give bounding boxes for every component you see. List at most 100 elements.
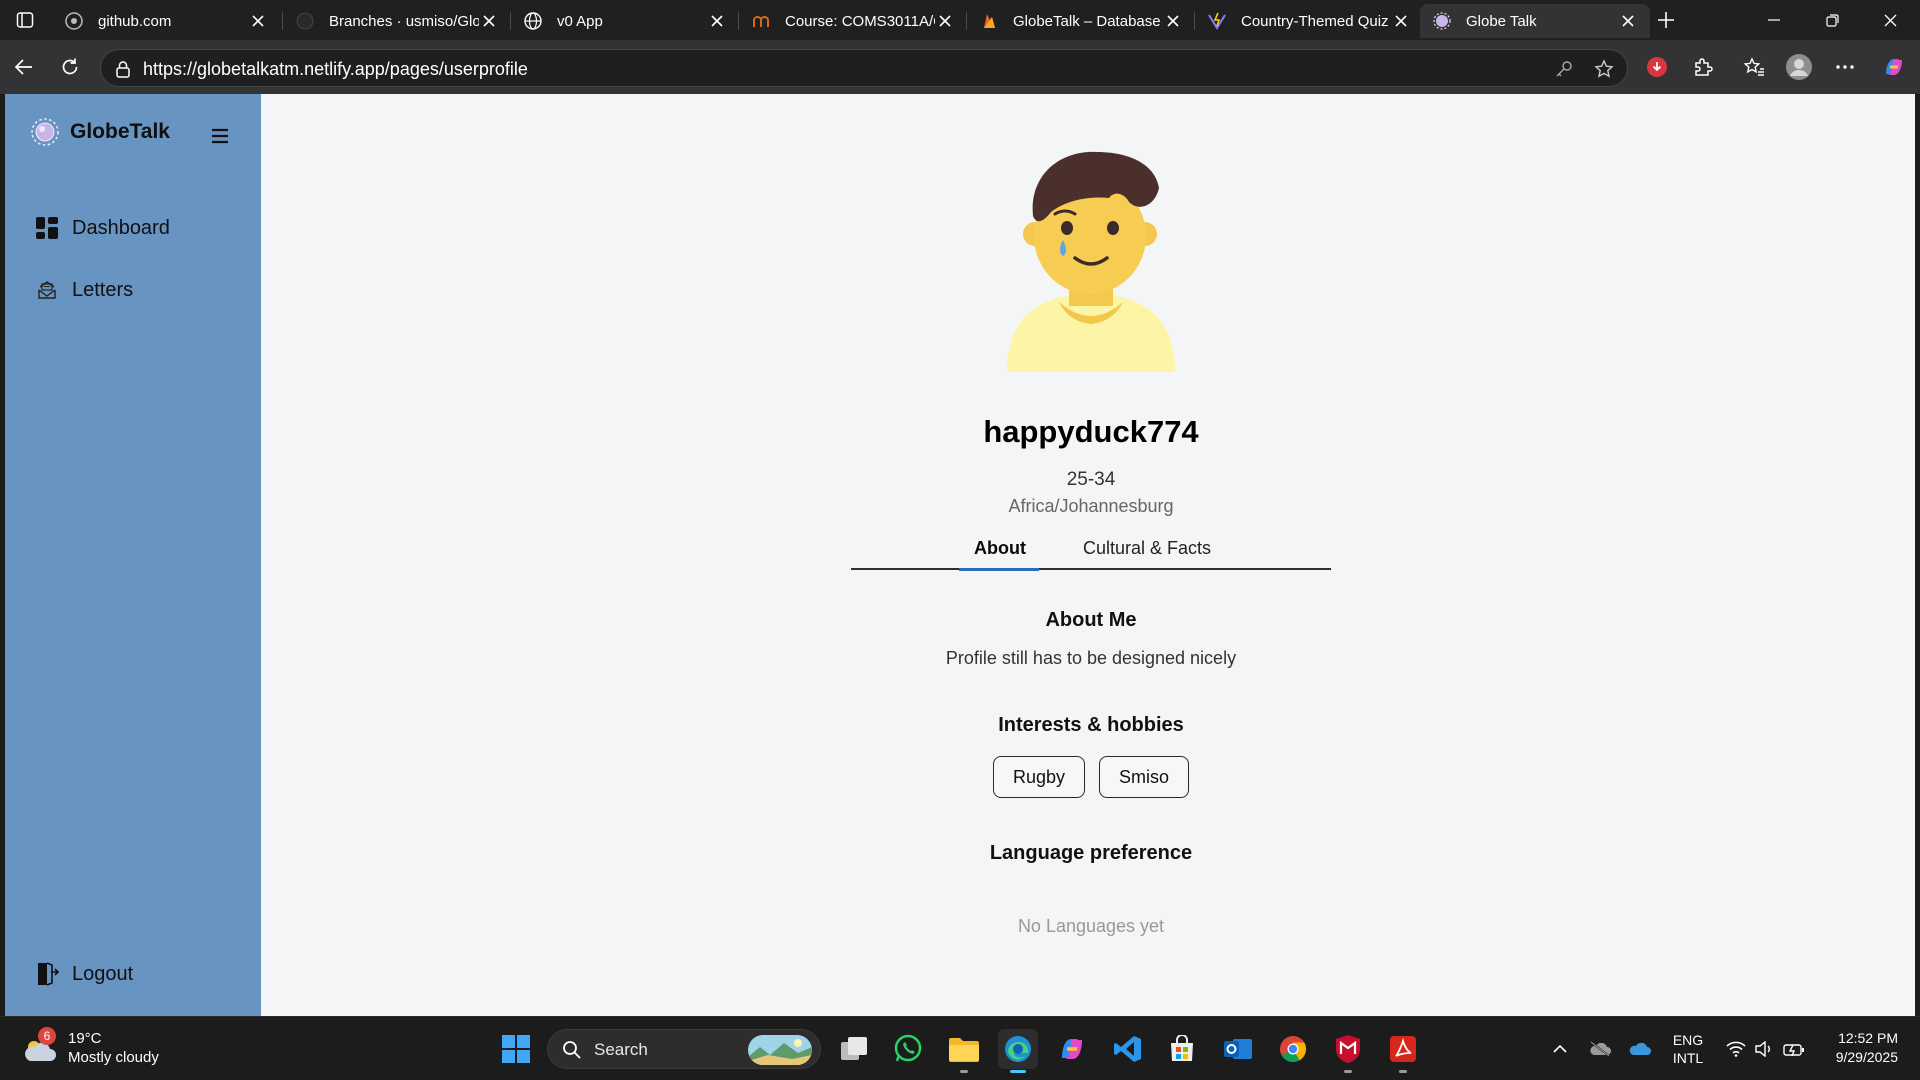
browser-tab[interactable]: github.com <box>52 4 280 38</box>
letters-icon <box>33 276 61 304</box>
copilot-icon <box>1062 1039 1082 1059</box>
wifi-tray[interactable] <box>1722 1037 1750 1061</box>
back-button[interactable] <box>8 51 40 83</box>
refresh-button[interactable] <box>54 51 86 83</box>
tab-close-icon[interactable] <box>1163 11 1183 31</box>
show-hidden-icons-button[interactable] <box>1546 1037 1574 1061</box>
whatsapp-app[interactable] <box>888 1029 928 1069</box>
language-preference-heading: Language preference <box>989 842 1193 864</box>
github-icon <box>295 11 315 31</box>
copilot-app[interactable] <box>1052 1029 1092 1069</box>
tab-close-icon[interactable] <box>479 11 499 31</box>
keyboard-layout: INTL <box>1672 1050 1704 1066</box>
browser-tab[interactable]: Course: COMS3011A/C <box>739 4 967 38</box>
extension-button[interactable] <box>1641 51 1673 83</box>
edge-icon <box>1005 1036 1031 1062</box>
dashboard-icon <box>33 214 61 242</box>
mcafee-app[interactable] <box>1328 1029 1368 1073</box>
address-bar[interactable]: https://globetalkatm.netlify.app/pages/u… <box>100 49 1628 87</box>
system-clock[interactable]: 12:52 PM 9/29/2025 <box>1836 1029 1898 1067</box>
profile-button[interactable] <box>1783 51 1815 83</box>
onedrive-offline-tray[interactable] <box>1586 1037 1614 1061</box>
globetalk-logo-icon <box>31 118 59 146</box>
browser-tab[interactable]: GlobeTalk – Database <box>967 4 1195 38</box>
chrome-app[interactable] <box>1273 1029 1313 1069</box>
star-icon[interactable] <box>1593 58 1615 80</box>
favorites-button[interactable] <box>1738 51 1770 83</box>
minimize-button[interactable] <box>1752 6 1796 34</box>
chevron-up-icon <box>1553 1044 1567 1053</box>
edge-app[interactable] <box>998 1029 1038 1073</box>
tab-title: Country-Themed Quiz <box>1241 12 1389 30</box>
favorites-icon <box>1743 57 1764 76</box>
tab-close-icon[interactable] <box>707 11 727 31</box>
tab-cultural-facts[interactable]: Cultural & Facts <box>1083 538 1211 559</box>
weather-temperature: 19°C <box>68 1030 102 1047</box>
logout-button[interactable]: Logout <box>33 960 133 988</box>
tab-close-icon[interactable] <box>1391 11 1411 31</box>
tab-actions-button[interactable] <box>10 8 40 32</box>
lock-icon[interactable] <box>115 60 131 78</box>
vscode-app[interactable] <box>1108 1029 1148 1069</box>
brand[interactable]: GlobeTalk <box>31 118 170 146</box>
tab-close-icon[interactable] <box>935 11 955 31</box>
language-code: ENG <box>1672 1032 1704 1048</box>
search-icon <box>562 1040 582 1060</box>
browser-tab-active[interactable]: Globe Talk <box>1420 4 1650 38</box>
extensions-button[interactable] <box>1687 51 1719 83</box>
sidebar-item-letters[interactable]: Letters <box>33 276 133 304</box>
interests-list: Rugby Smiso <box>851 756 1331 798</box>
arrow-left-icon <box>14 59 32 75</box>
restore-button[interactable] <box>1810 6 1854 34</box>
interest-chip[interactable]: Smiso <box>1099 756 1190 798</box>
tab-title: github.com <box>98 12 172 30</box>
github-icon <box>64 11 84 31</box>
taskbar-search[interactable]: Search <box>547 1029 821 1069</box>
whatsapp-icon <box>894 1034 922 1062</box>
browser-tab[interactable]: Branches · usmiso/Glob <box>283 4 511 38</box>
sidebar-item-dashboard[interactable]: Dashboard <box>33 214 170 242</box>
copilot-icon <box>1886 59 1902 75</box>
globe-icon <box>523 11 543 31</box>
onedrive-tray[interactable] <box>1626 1037 1654 1061</box>
start-button[interactable] <box>496 1029 536 1069</box>
acrobat-app[interactable] <box>1383 1029 1423 1073</box>
tab-title: v0 App <box>557 12 603 30</box>
weather-widget[interactable]: 6 19°C Mostly cloudy <box>20 1027 159 1067</box>
cloud-icon: 6 <box>20 1027 58 1067</box>
browser-tab[interactable]: v0 App <box>511 4 739 38</box>
key-icon[interactable] <box>1553 58 1575 80</box>
volume-tray[interactable] <box>1750 1037 1778 1061</box>
interests-heading: Interests & hobbies <box>998 714 1184 736</box>
windows-logo-icon <box>502 1035 530 1063</box>
file-explorer-app[interactable] <box>944 1029 984 1073</box>
moodle-icon <box>751 11 771 31</box>
tab-title: Branches · usmiso/Glob <box>329 12 479 30</box>
close-icon <box>1884 14 1896 26</box>
weather-description: Mostly cloudy <box>68 1049 159 1066</box>
more-options-button[interactable] <box>1829 51 1861 83</box>
browser-tab[interactable]: Country-Themed Quiz <box>1195 4 1423 38</box>
tab-close-icon[interactable] <box>1618 11 1638 31</box>
outlook-app[interactable] <box>1218 1029 1258 1069</box>
interest-chip[interactable]: Rugby <box>992 756 1085 798</box>
sidebar-item-label: Letters <box>72 278 134 301</box>
tab-about[interactable]: About <box>974 538 1026 559</box>
no-languages-text: No Languages yet <box>1017 916 1165 936</box>
minimize-icon <box>1768 19 1780 21</box>
weather-badge: 6 <box>38 1027 56 1045</box>
close-window-button[interactable] <box>1868 6 1912 34</box>
wifi-icon <box>1726 1041 1746 1057</box>
firebase-icon <box>979 11 999 31</box>
menu-toggle-button[interactable] <box>211 128 229 144</box>
microsoft-store-app[interactable] <box>1162 1029 1202 1069</box>
tab-close-icon[interactable] <box>248 11 268 31</box>
task-view-button[interactable] <box>834 1029 874 1069</box>
copilot-button[interactable] <box>1878 51 1910 83</box>
battery-tray[interactable] <box>1780 1037 1808 1061</box>
logout-icon <box>33 960 61 988</box>
input-language-indicator[interactable]: ENG INTL <box>1662 1031 1714 1067</box>
brand-name: GlobeTalk <box>70 120 170 143</box>
url-text[interactable]: https://globetalkatm.netlify.app/pages/u… <box>143 59 528 80</box>
new-tab-button[interactable] <box>1652 8 1680 32</box>
